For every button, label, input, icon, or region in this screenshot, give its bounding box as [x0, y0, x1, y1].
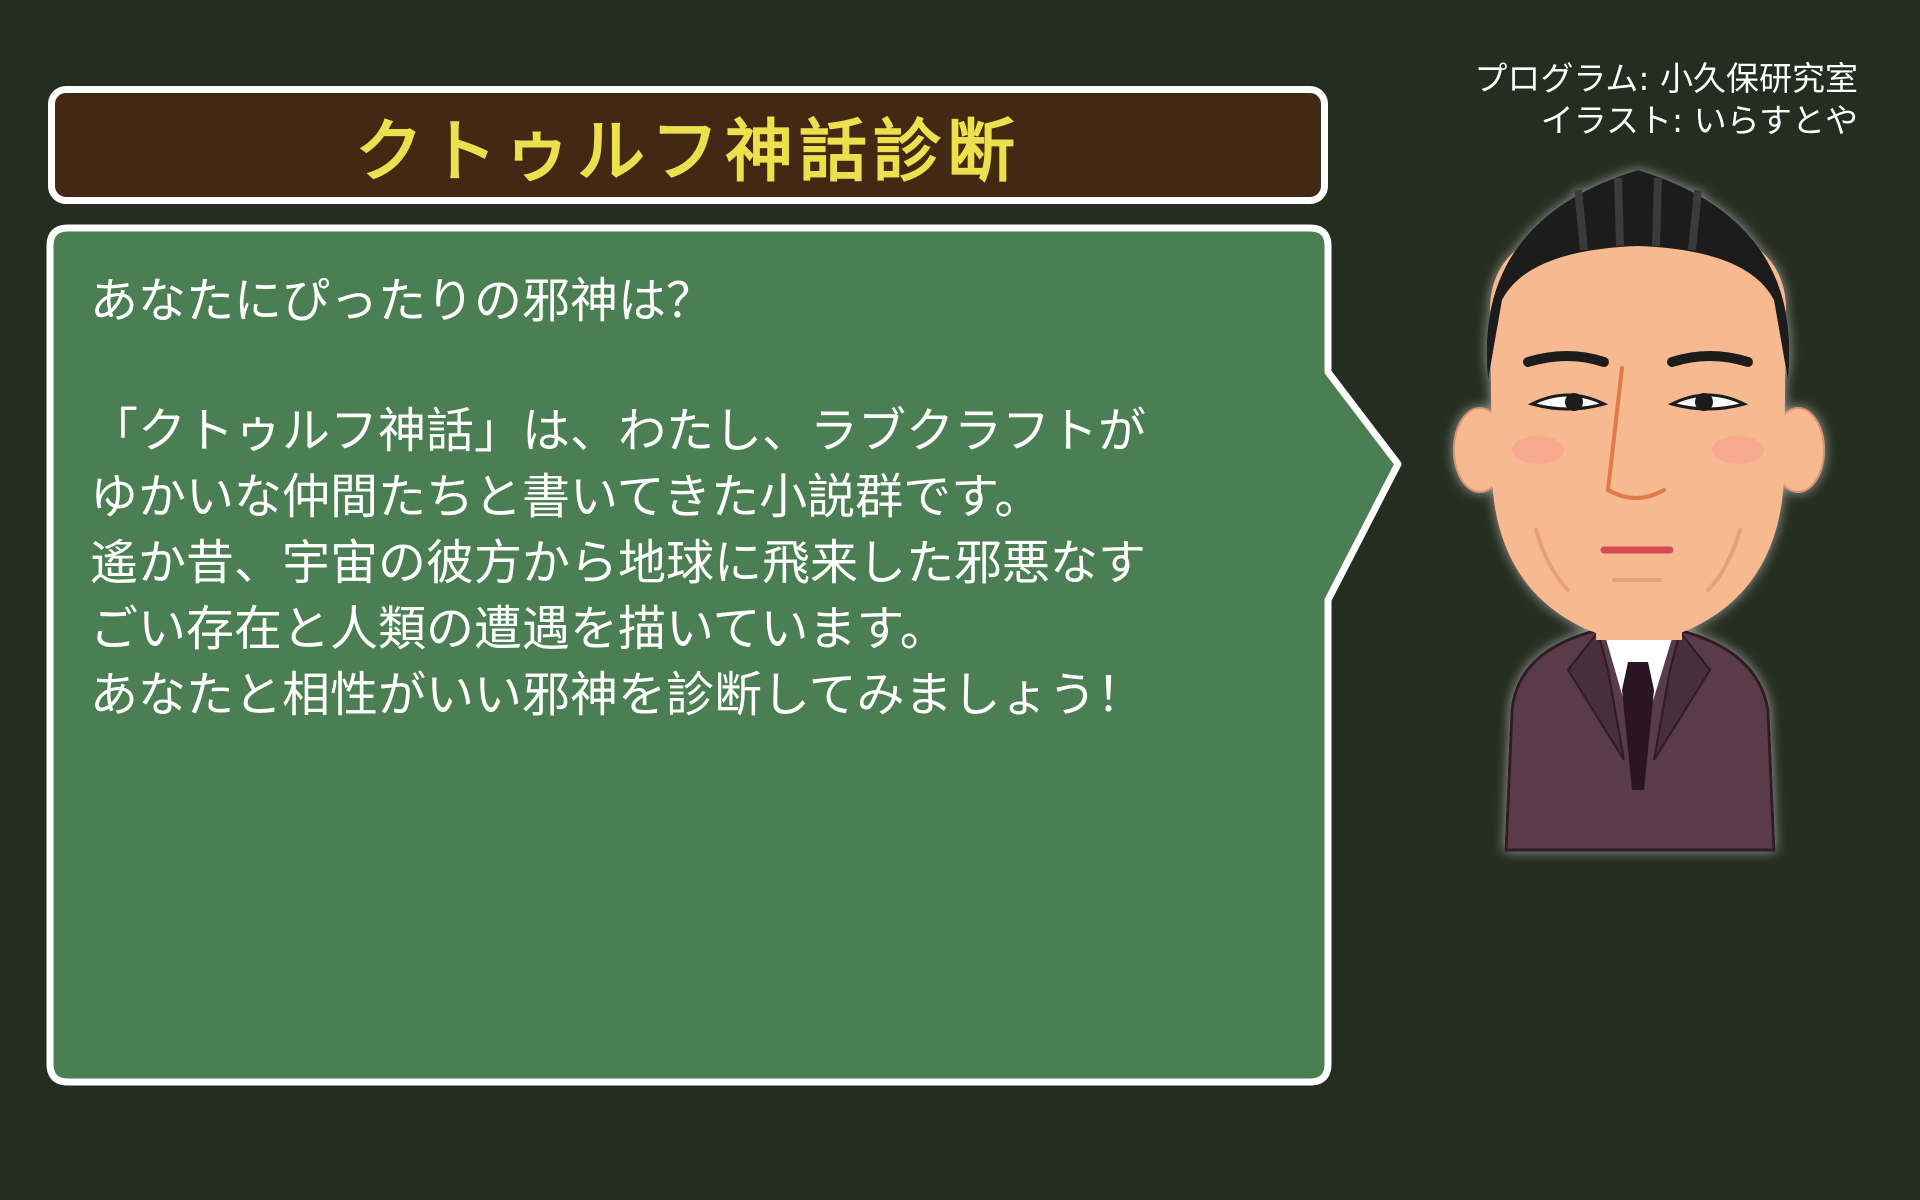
dialog-line: 遙か昔、宇宙の彼方から地球に飛来した邪悪なす	[90, 535, 1147, 591]
dialog-line: ゆかいな仲間たちと書いてきた小説群です。	[90, 469, 1043, 525]
dialog-question: あなたにぴったりの邪神は？	[90, 273, 715, 329]
credit-program: プログラム: 小久保研究室	[1474, 59, 1858, 98]
lovecraft-portrait-icon	[1453, 170, 1825, 852]
dialog-line: 「クトゥルフ神話」は、わたし、ラブクラフトが	[90, 403, 1147, 459]
credits: プログラム: 小久保研究室 イラスト: いらすとや	[1474, 58, 1858, 142]
credit-illust: イラスト: いらすとや	[1540, 101, 1858, 140]
dialog-line: あなたと相性がいい邪神を診断してみましょう！	[90, 667, 1145, 723]
dialog-text: あなたにぴったりの邪神は？ 「クトゥルフ神話」は、わたし、ラブクラフトが ゆかい…	[90, 268, 1290, 728]
dialog-line: ごい存在と人類の遭遇を描いています。	[90, 601, 948, 657]
